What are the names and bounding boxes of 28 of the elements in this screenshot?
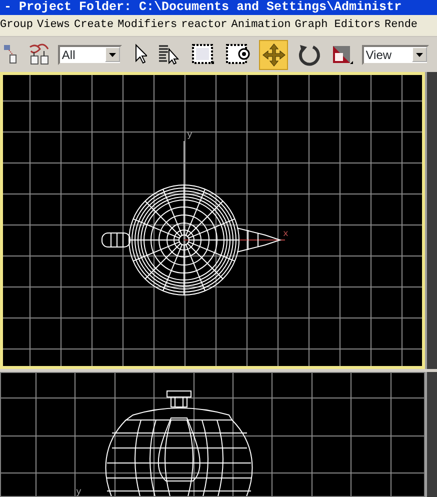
menu-item[interactable]: Graph Editors	[294, 15, 381, 36]
viewport[interactable]: y	[0, 372, 425, 497]
select-by-name-icon	[158, 42, 180, 66]
caret-icon	[416, 52, 423, 56]
menu-item[interactable]: Create	[74, 15, 114, 36]
axis-label: x	[283, 229, 288, 239]
dropdown[interactable]: View	[362, 44, 429, 64]
move-icon	[262, 42, 286, 66]
caret-icon	[109, 52, 116, 56]
dropdown-arrow-button[interactable]	[105, 47, 120, 62]
selection-region-icon	[190, 42, 215, 66]
axis-label: y	[76, 487, 82, 496]
menu-item[interactable]: Modifiers	[118, 15, 178, 36]
rotate-icon	[296, 42, 321, 66]
dropdown-arrow-button[interactable]	[412, 47, 427, 62]
dropdown[interactable]: All	[58, 44, 122, 64]
menu-item[interactable]: reactor	[181, 15, 228, 36]
pointer-icon	[132, 42, 147, 66]
move-button[interactable]	[259, 40, 288, 70]
menu-item[interactable]: Animation	[231, 15, 291, 36]
menu-item[interactable]: Views	[37, 15, 70, 36]
menu-item[interactable]: Rende	[384, 15, 418, 36]
window-title: - Project Folder: C:\Documents and Settings\Administr	[0, 0, 437, 15]
viewport[interactable]: y x	[0, 72, 425, 369]
menu-item[interactable]: Group	[0, 15, 34, 36]
axis-label: y	[187, 130, 192, 140]
bind-icon	[28, 42, 50, 66]
link-icon	[2, 42, 17, 66]
